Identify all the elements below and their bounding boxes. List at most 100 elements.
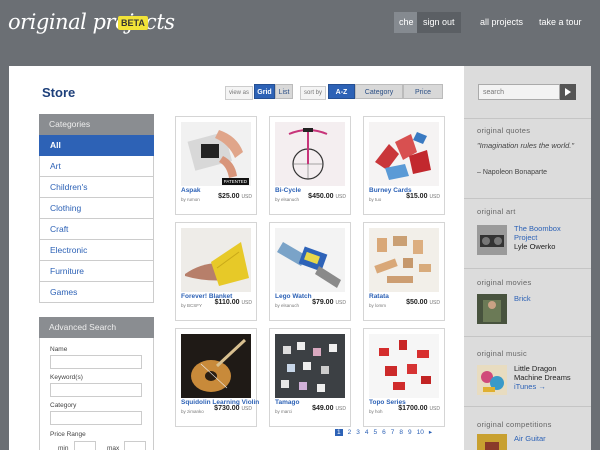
user-name[interactable]: che	[394, 12, 419, 33]
product-image[interactable]	[181, 228, 251, 292]
product-name[interactable]: Lego Watch	[275, 293, 312, 300]
product-author[interactable]: by marci	[275, 409, 292, 414]
signout-link[interactable]: sign out	[417, 12, 461, 33]
product-card[interactable]: Topo Series by hoh $1700.00 USD	[363, 328, 445, 427]
product-image[interactable]	[275, 228, 345, 292]
movie-thumbnail[interactable]	[477, 294, 507, 324]
art-title-line2[interactable]: Project	[514, 233, 537, 242]
page-4[interactable]: 4	[365, 429, 369, 436]
product-image[interactable]	[369, 334, 439, 398]
price-max-input[interactable]	[124, 441, 146, 450]
category-art[interactable]: Art	[39, 156, 154, 177]
category-furniture[interactable]: Furniture	[39, 261, 154, 282]
competition-thumbnail[interactable]	[477, 434, 507, 450]
price-value: $15.00	[406, 193, 428, 200]
search-button[interactable]	[560, 84, 576, 100]
page-10[interactable]: 10	[417, 429, 424, 436]
name-input[interactable]	[50, 355, 142, 369]
right-column: search original quotes "Imagination rule…	[464, 66, 591, 450]
product-author[interactable]: by hoh	[369, 409, 383, 414]
all-projects-link[interactable]: all projects	[480, 12, 523, 33]
product-price: $1700.00 USD	[398, 405, 440, 412]
product-image[interactable]	[275, 334, 345, 398]
category-childrens[interactable]: Children's	[39, 177, 154, 198]
product-image[interactable]	[181, 122, 251, 186]
price-currency: USD	[429, 194, 440, 200]
album-cover[interactable]	[477, 365, 507, 395]
site-logo[interactable]: original projects	[8, 10, 175, 34]
price-min-input[interactable]	[74, 441, 96, 450]
product-card[interactable]: Burney Cards by tuo $15.00 USD	[363, 116, 445, 215]
sort-price-button[interactable]: Price	[403, 84, 443, 99]
product-author[interactable]: by zimanko	[181, 409, 204, 414]
product-author[interactable]: by tuo	[369, 197, 381, 202]
movie-title[interactable]: Brick	[514, 294, 531, 303]
category-electronic[interactable]: Electronic	[39, 240, 154, 261]
page-3[interactable]: 3	[356, 429, 360, 436]
page-9[interactable]: 9	[408, 429, 412, 436]
pagination: 1 2 3 4 5 6 7 8 9 10 ▸	[335, 428, 437, 436]
product-price: $450.00 USD	[308, 193, 346, 200]
product-card[interactable]: Forever! Blanket by BCSFY $110.00 USD	[175, 222, 257, 321]
page-8[interactable]: 8	[399, 429, 403, 436]
take-tour-link[interactable]: take a tour	[539, 12, 582, 33]
product-card[interactable]: Tamago by marci $49.00 USD	[269, 328, 351, 427]
product-image[interactable]	[369, 122, 439, 186]
product-card[interactable]: Lego Watch by elsanuch $79.00 USD	[269, 222, 351, 321]
view-grid-button[interactable]: Grid	[254, 84, 275, 99]
competitions-header: original competitions	[477, 420, 552, 429]
arrow-right-icon	[565, 88, 571, 96]
product-price: $110.00 USD	[215, 299, 252, 306]
itunes-link[interactable]: iTunes →	[514, 382, 546, 391]
divider	[464, 268, 591, 269]
keywords-input[interactable]	[50, 383, 142, 397]
price-currency: USD	[241, 194, 252, 200]
page-title: Store	[42, 85, 76, 100]
sort-az-button[interactable]: A-Z	[328, 84, 355, 99]
quotes-header: original quotes	[477, 126, 531, 135]
page-2[interactable]: 2	[348, 429, 352, 436]
product-name[interactable]: Ratata	[369, 293, 389, 300]
price-value: $25.00	[218, 193, 240, 200]
product-name[interactable]: Tamago	[275, 399, 299, 406]
product-name[interactable]: Aspak	[181, 187, 201, 194]
music-album: Machine Dreams	[514, 373, 571, 382]
product-image[interactable]	[275, 122, 345, 186]
product-card[interactable]: Ratata by lomm $50.00 USD	[363, 222, 445, 321]
product-image[interactable]	[181, 334, 251, 398]
page-6[interactable]: 6	[382, 429, 386, 436]
product-author[interactable]: by elsanuch	[275, 303, 299, 308]
price-value: $450.00	[308, 193, 334, 200]
competition-title[interactable]: Air Guitar	[514, 434, 546, 443]
price-currency: USD	[335, 194, 346, 200]
product-price: $49.00 USD	[312, 405, 346, 412]
sort-category-button[interactable]: Category	[355, 84, 403, 99]
page-1[interactable]: 1	[335, 429, 343, 436]
category-clothing[interactable]: Clothing	[39, 198, 154, 219]
page-7[interactable]: 7	[391, 429, 395, 436]
search-input[interactable]: search	[478, 84, 560, 100]
product-image[interactable]	[369, 228, 439, 292]
quote-author: – Napoleon Bonaparte	[477, 169, 548, 176]
next-page-icon[interactable]: ▸	[429, 428, 432, 436]
category-craft[interactable]: Craft	[39, 219, 154, 240]
product-name[interactable]: Bi-Cycle	[275, 187, 301, 194]
category-all[interactable]: All	[39, 135, 154, 156]
category-games[interactable]: Games	[39, 282, 154, 303]
view-list-button[interactable]: List	[275, 84, 293, 99]
product-author[interactable]: by lomm	[369, 303, 386, 308]
product-author[interactable]: by elsanuch	[275, 197, 299, 202]
product-card[interactable]: Squidolin Learning Violin by zimanko $73…	[175, 328, 259, 427]
price-currency: USD	[241, 406, 252, 412]
art-thumbnail[interactable]	[477, 225, 507, 255]
product-price: $50.00 USD	[406, 299, 440, 306]
sort-by-label: sort by	[300, 86, 327, 100]
product-card[interactable]: Bi-Cycle by elsanuch $450.00 USD	[269, 116, 351, 215]
product-author[interactable]: by rumon	[181, 197, 200, 202]
art-title-line1[interactable]: The Boombox	[514, 224, 561, 233]
product-card[interactable]: PATENTED Aspak by rumon $25.00 USD	[175, 116, 257, 215]
product-author[interactable]: by BCSFY	[181, 303, 202, 308]
page-5[interactable]: 5	[374, 429, 378, 436]
music-header: original music	[477, 349, 528, 358]
category-select[interactable]	[50, 411, 142, 425]
